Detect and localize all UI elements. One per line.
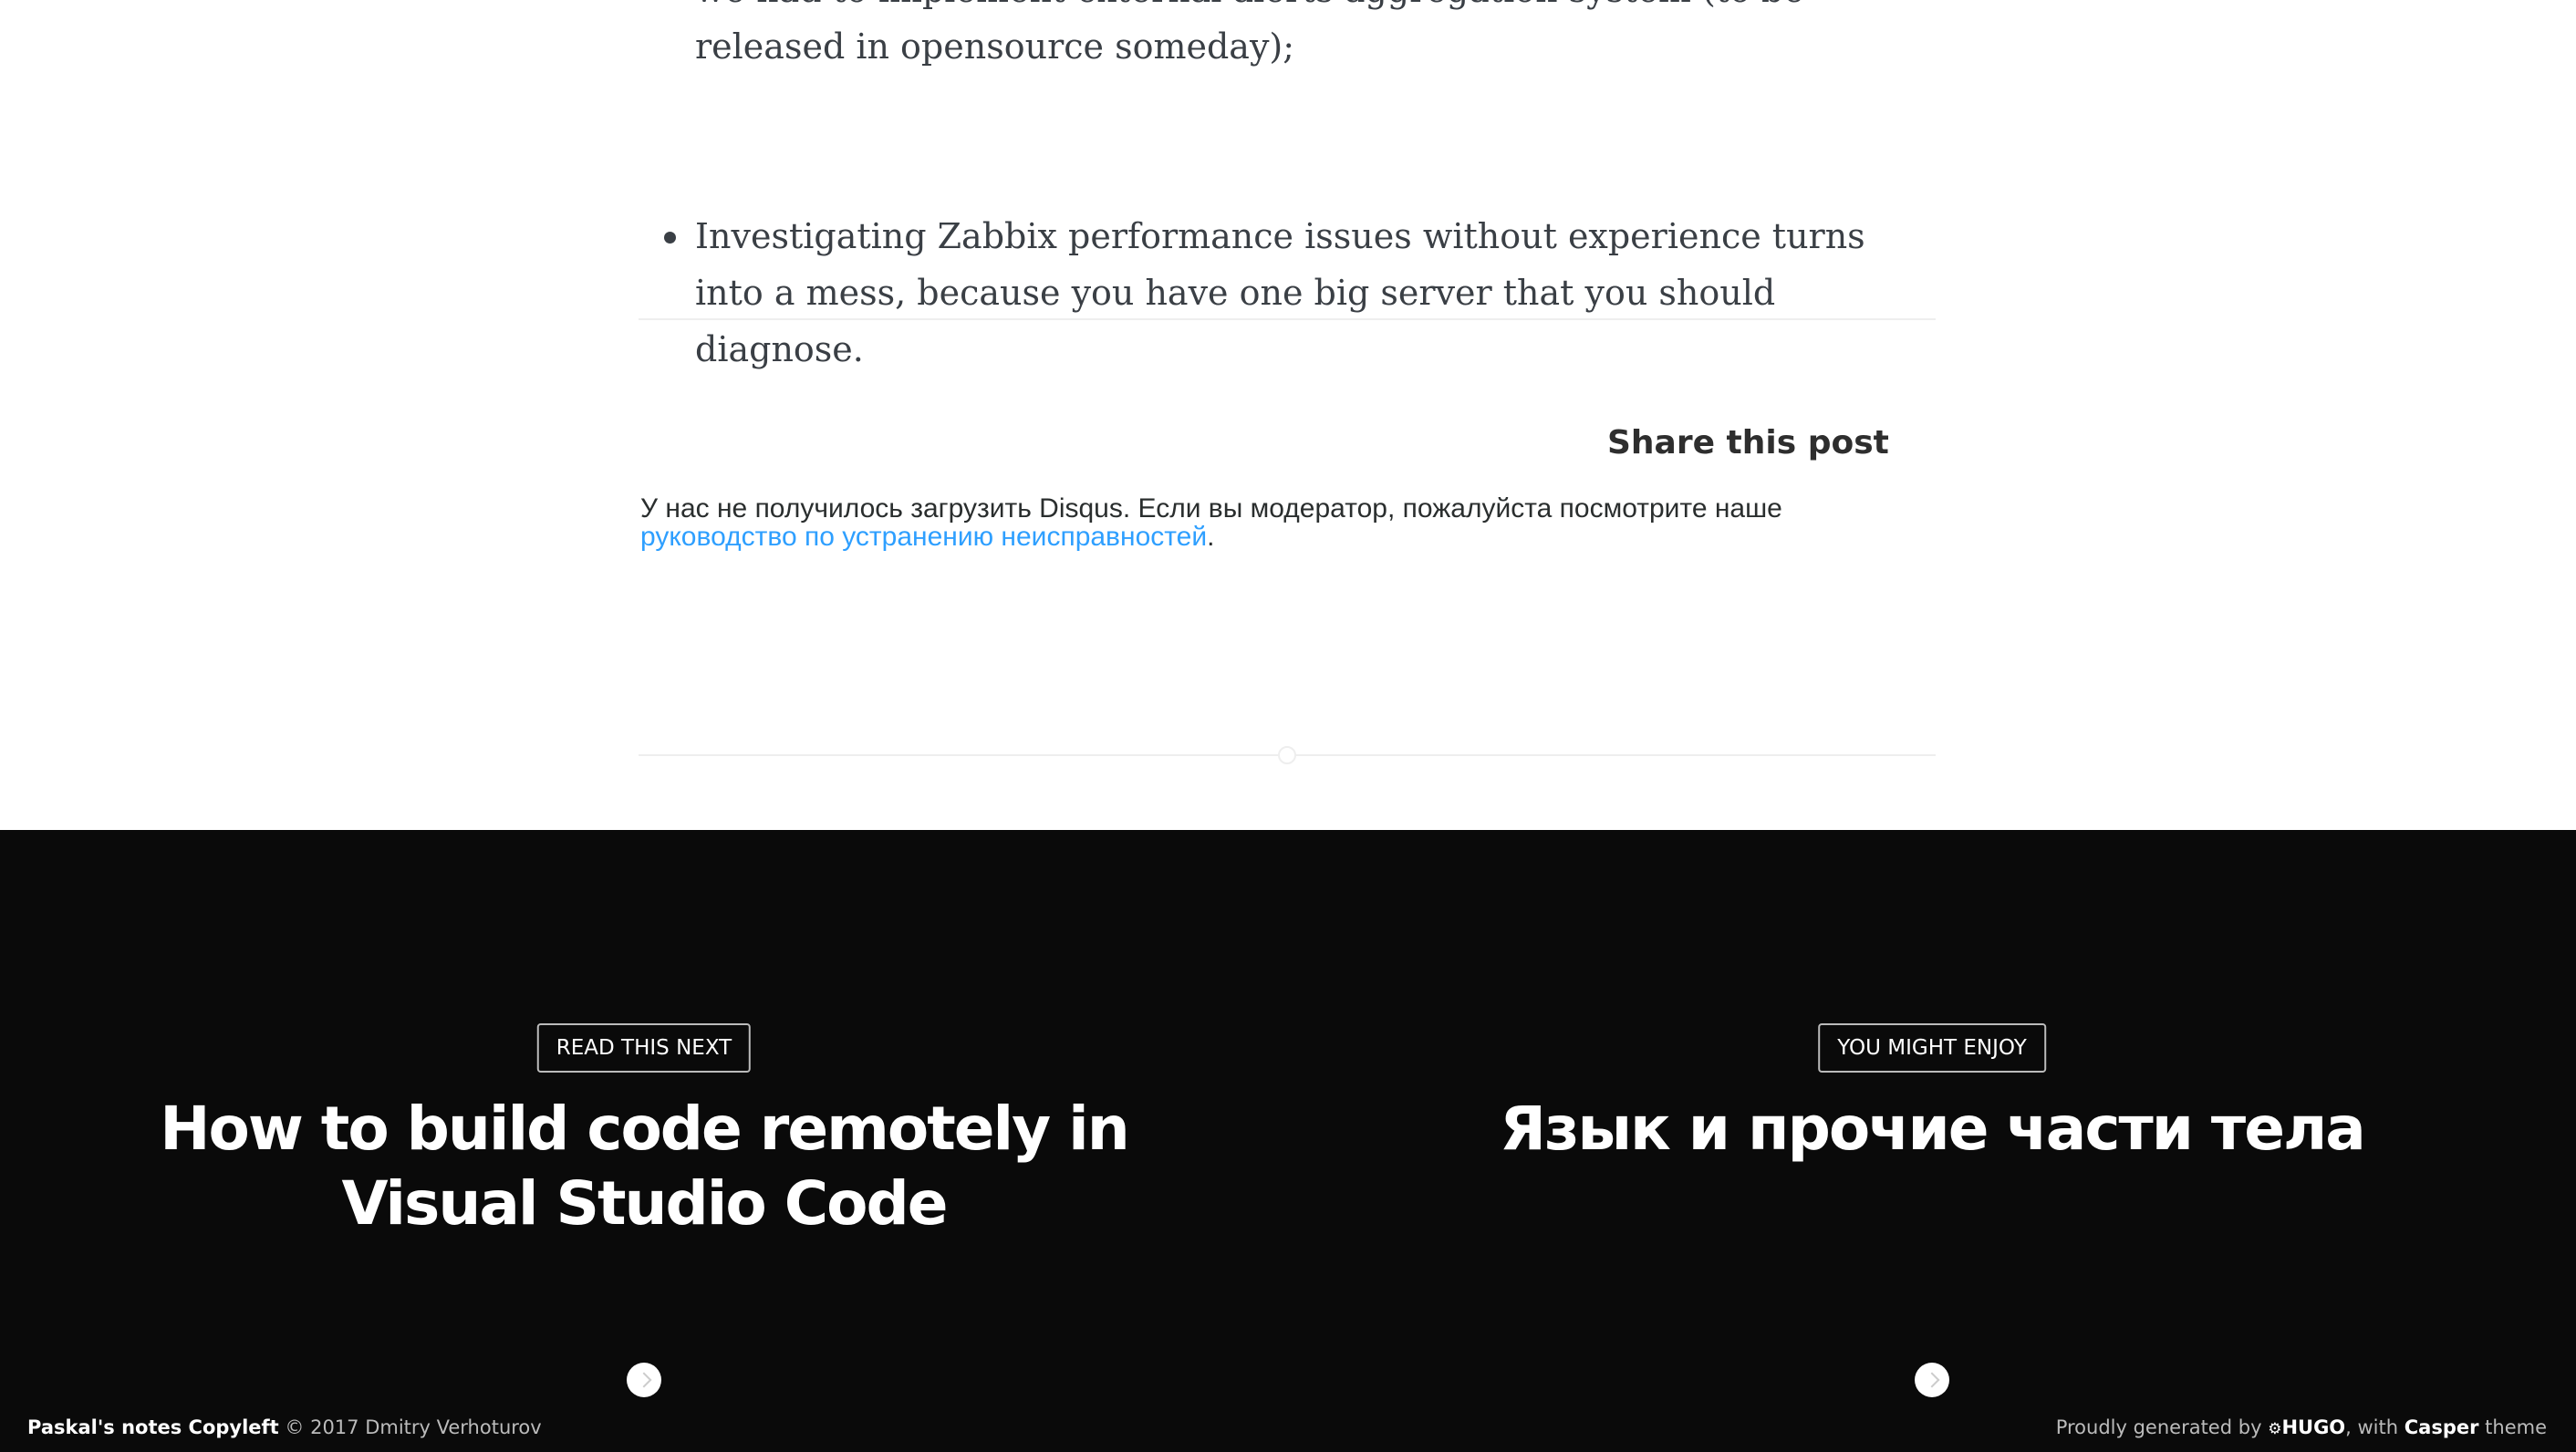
disqus-troubleshooting-link[interactable]: руководство по устранению неисправностей bbox=[640, 522, 1207, 552]
read-next-card[interactable]: READ THIS NEXT How to build code remotel… bbox=[0, 830, 1288, 1452]
share-title: Share this post bbox=[1607, 424, 1889, 462]
article-area: we had to implement external alerts aggr… bbox=[0, 0, 2576, 830]
site-copyright: Paskal's notes Copyleft © 2017 Dmitry Ve… bbox=[27, 1416, 542, 1438]
list-item-text: Investigating Zabbix performance issues … bbox=[695, 216, 1865, 369]
read-next-title[interactable]: How to build code remotely in Visual Stu… bbox=[91, 1092, 1197, 1241]
might-enjoy-card[interactable]: YOU MIGHT ENJOY Язык и прочие части тела bbox=[1288, 830, 2576, 1452]
read-next-footer: READ THIS NEXT How to build code remotel… bbox=[0, 830, 2576, 1452]
read-next-arrow-icon[interactable] bbox=[627, 1363, 661, 1397]
casper-link[interactable]: Casper bbox=[2405, 1416, 2479, 1438]
disqus-message-text: У нас не получилось загрузить Disqus. Ес… bbox=[640, 493, 1782, 524]
disqus-message-end: . bbox=[1207, 522, 1215, 552]
theme-text: theme bbox=[2485, 1416, 2547, 1438]
divider-dot-icon bbox=[1278, 746, 1296, 764]
generated-prefix: Proudly generated by bbox=[2055, 1416, 2262, 1438]
hugo-icon: ⚙ bbox=[2268, 1420, 2282, 1438]
list-item: we had to implement external alerts aggr… bbox=[639, 0, 1936, 75]
bullet-icon bbox=[664, 232, 676, 244]
disqus-error-message: У нас не получилось загрузить Disqus. Ес… bbox=[640, 494, 1917, 551]
read-next-label: READ THIS NEXT bbox=[536, 1023, 752, 1073]
with-text: , with bbox=[2345, 1416, 2399, 1438]
list-item-text: we had to implement external alerts aggr… bbox=[695, 0, 1804, 67]
post-bullet-list: we had to implement external alerts aggr… bbox=[639, 0, 1936, 369]
hugo-link[interactable]: HUGO bbox=[2281, 1416, 2345, 1438]
powered-by: Proudly generated by ⚙HUGO, with Casper … bbox=[2056, 1416, 2547, 1438]
might-enjoy-arrow-icon[interactable] bbox=[1915, 1363, 1949, 1397]
might-enjoy-title[interactable]: Язык и прочие части тела bbox=[1379, 1092, 2485, 1167]
section-divider bbox=[639, 318, 1936, 320]
list-item: Investigating Zabbix performance issues … bbox=[639, 208, 1936, 378]
copyright-text: © 2017 Dmitry Verhoturov bbox=[285, 1416, 542, 1438]
site-name-link[interactable]: Paskal's notes Copyleft bbox=[27, 1416, 279, 1438]
might-enjoy-label: YOU MIGHT ENJOY bbox=[1818, 1023, 2046, 1073]
